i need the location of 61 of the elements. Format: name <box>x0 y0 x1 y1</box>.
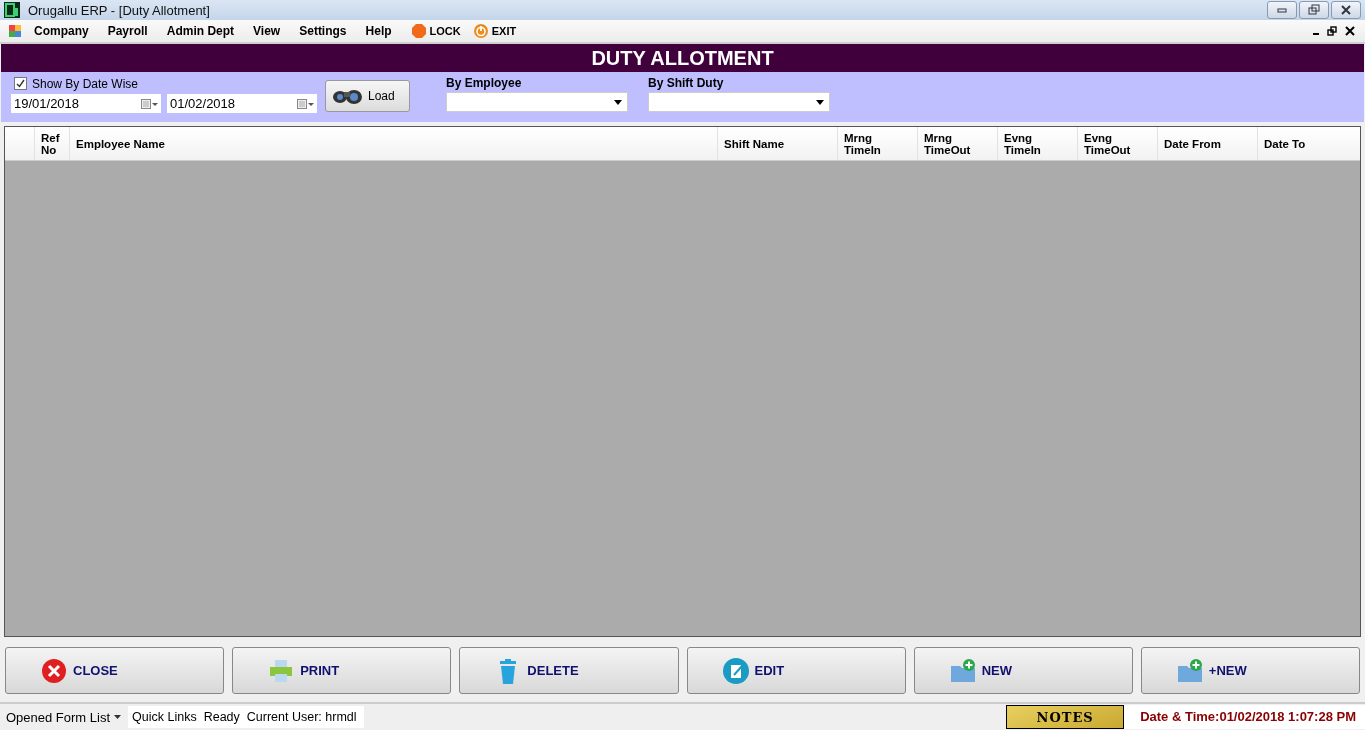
restore-button[interactable] <box>1299 1 1329 20</box>
menu-item[interactable]: Admin Dept <box>166 24 235 39</box>
column-header[interactable]: Employee Name <box>70 127 718 161</box>
column-header[interactable]: Mrng TimeOut <box>918 127 998 161</box>
octagon-icon <box>410 23 427 40</box>
action-button[interactable]: CLOSE <box>5 647 225 695</box>
column-header[interactable]: Date From <box>1158 127 1258 161</box>
printer-icon <box>268 657 295 684</box>
window-title: Orugallu ERP - [Duty Allotment] <box>28 2 211 18</box>
dropdown-arrow-icon <box>816 99 824 105</box>
mdi-restore-button[interactable] <box>1325 24 1339 39</box>
column-header[interactable]: Mrng TimeIn <box>838 127 918 161</box>
lock-button[interactable]: LOCK <box>410 23 461 40</box>
menu-item[interactable]: Company <box>34 24 89 39</box>
binoculars-icon <box>332 87 364 106</box>
minimize-button[interactable] <box>1267 1 1297 20</box>
action-button[interactable]: EDIT <box>686 647 906 695</box>
checkbox-label: Show By Date Wise <box>32 76 139 91</box>
menu-item[interactable]: Help <box>365 24 392 39</box>
field-label: By Shift Duty <box>648 76 725 93</box>
windows-icon <box>8 24 22 39</box>
action-button[interactable]: NEW <box>913 647 1133 695</box>
date-to-picker[interactable]: 01/02/2018 <box>167 94 317 114</box>
restore-icon <box>1306 3 1322 18</box>
column-header[interactable]: Evng TimeIn <box>998 127 1078 161</box>
folder-plus-icon <box>949 657 976 684</box>
calendar-dropdown-icon <box>297 97 315 110</box>
dropdown-arrow-icon <box>114 715 122 720</box>
status-text: Ready <box>203 710 240 725</box>
column-header[interactable]: Date To <box>1258 127 1360 161</box>
close-button[interactable] <box>1331 1 1361 20</box>
close-icon <box>41 657 67 684</box>
notes-button[interactable]: NOTES <box>1006 705 1125 730</box>
power-icon <box>472 23 489 40</box>
date-wise-checkbox[interactable] <box>14 77 27 91</box>
restore-icon <box>1327 26 1337 37</box>
folder-plus-icon <box>1176 657 1203 684</box>
app-logo-icon <box>4 2 20 19</box>
form-title-bar: DUTY ALLOTMENT <box>1 44 1364 73</box>
column-header[interactable]: Evng TimeOut <box>1078 127 1158 161</box>
menu-item[interactable]: View <box>253 24 281 39</box>
field-label: By Employee <box>446 76 523 93</box>
load-button[interactable]: Load <box>325 80 410 113</box>
calendar-dropdown-icon <box>141 97 159 110</box>
dropdown-arrow-icon <box>614 99 622 105</box>
date-from-picker[interactable]: 19/01/2018 <box>11 94 161 114</box>
menu-item[interactable]: Payroll <box>107 24 148 39</box>
action-button[interactable]: +NEW <box>1140 647 1361 695</box>
menu-item[interactable]: Settings <box>299 24 347 39</box>
close-icon <box>1345 26 1355 37</box>
column-header[interactable]: Shift Name <box>718 127 838 161</box>
date-time-text: Date & Time:01/02/2018 1:07:28 PM <box>1124 705 1365 730</box>
action-button[interactable]: PRINT <box>232 647 452 695</box>
action-button[interactable]: DELETE <box>459 647 679 695</box>
edit-icon <box>722 657 749 684</box>
minimize-icon <box>1313 33 1319 36</box>
exit-button[interactable]: EXIT <box>472 23 517 40</box>
opened-forms-dropdown[interactable]: Opened Form List <box>0 709 122 725</box>
quick-links-button[interactable]: Quick Links <box>132 710 197 725</box>
column-header[interactable]: Ref No <box>35 127 70 161</box>
current-user-text: Current User: hrmdl <box>246 710 357 725</box>
